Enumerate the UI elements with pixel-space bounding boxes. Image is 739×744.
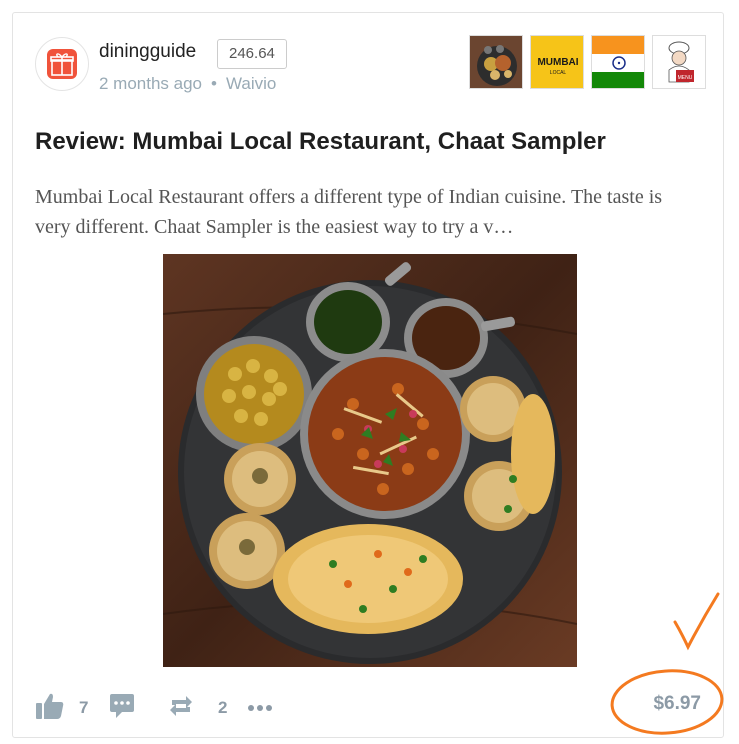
reblog-icon[interactable] <box>168 693 194 724</box>
avatar[interactable] <box>35 37 89 91</box>
gift-icon <box>47 49 77 79</box>
post-time[interactable]: 2 months ago <box>99 74 202 93</box>
post-title[interactable]: Review: Mumbai Local Restaurant, Chaat S… <box>35 128 606 156</box>
post-excerpt[interactable]: Mumbai Local Restaurant offers a differe… <box>35 182 685 242</box>
meta-separator-icon: • <box>211 74 217 93</box>
post-card: diningguide 246.64 2 months ago • Waivio M… <box>12 12 724 738</box>
reblog-action[interactable]: 2 <box>168 693 227 723</box>
reblog-count: 2 <box>218 698 228 717</box>
like-count: 7 <box>79 698 89 717</box>
comment-icon[interactable] <box>109 693 135 724</box>
post-food-photo[interactable] <box>163 254 577 667</box>
payout-amount[interactable]: $6.97 <box>653 693 701 715</box>
more-action[interactable] <box>247 693 273 723</box>
comment-action[interactable] <box>109 693 135 723</box>
thumbs-up-icon[interactable] <box>35 692 65 725</box>
more-icon[interactable] <box>247 699 273 717</box>
chef-menu-thumbnail[interactable]: MENU <box>652 35 706 89</box>
like-action[interactable]: 7 <box>35 693 88 723</box>
food-photo-thumbnail[interactable] <box>469 35 523 89</box>
author-score-badge: 246.64 <box>217 39 287 69</box>
post-actions: 7 2 <box>35 693 705 723</box>
mumbai-logo-text: MUMBAI <box>537 57 578 68</box>
post-meta: 2 months ago • Waivio <box>99 74 276 94</box>
mumbai-logo-subtext: LOCAL <box>550 70 567 76</box>
post-app[interactable]: Waivio <box>226 74 276 93</box>
mumbai-local-logo-thumbnail[interactable]: MUMBAI LOCAL <box>530 35 584 89</box>
india-flag-thumbnail[interactable] <box>591 35 645 89</box>
menu-sign-text: MENU <box>678 75 693 81</box>
author-name[interactable]: diningguide <box>99 41 196 63</box>
